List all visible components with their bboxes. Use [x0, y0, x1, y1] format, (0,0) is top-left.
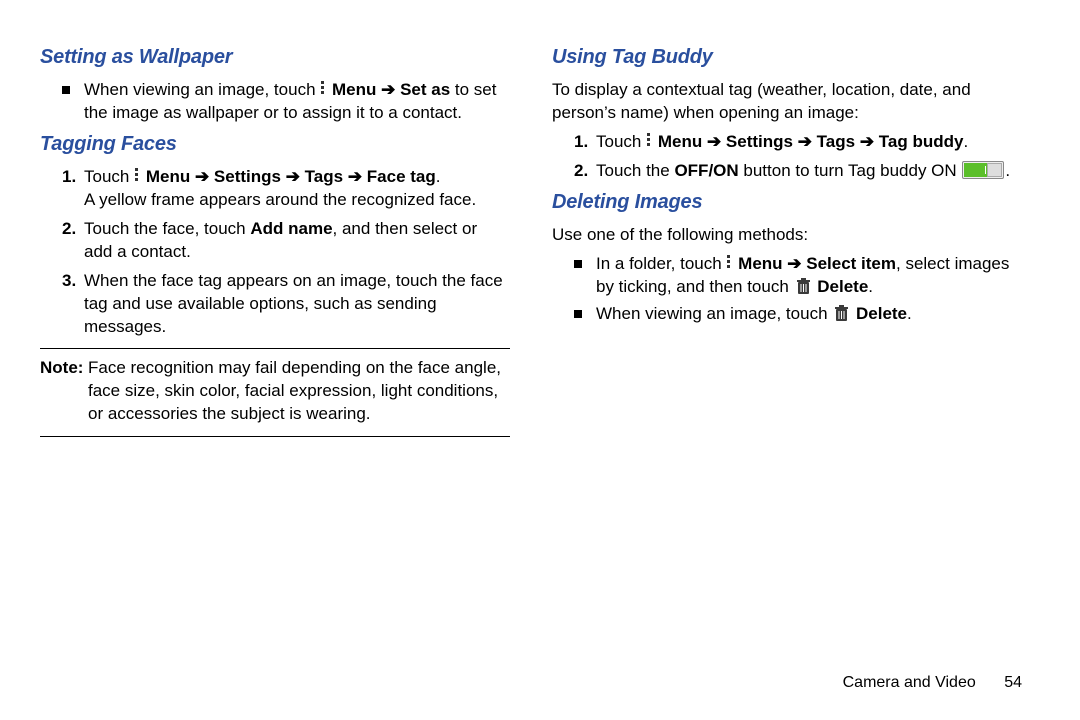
note-text: Face recognition may fail depending on t…	[88, 357, 510, 426]
step-number: 2.	[62, 218, 84, 264]
menu-icon	[321, 81, 325, 96]
step-text: Touch the OFF/ON button to turn Tag budd…	[596, 160, 1022, 183]
text: Touch the face, touch	[84, 219, 250, 238]
toggle-on-icon	[962, 161, 1004, 179]
offon-label: OFF/ON	[674, 161, 738, 180]
page-footer: Camera and Video 54	[843, 672, 1022, 694]
addname-label: Add name	[250, 219, 332, 238]
note: Note: Face recognition may fail dependin…	[40, 357, 510, 426]
step-number: 1.	[574, 131, 596, 154]
left-column: Setting as Wallpaper When viewing an ima…	[40, 38, 510, 445]
text: When viewing an image, touch	[596, 304, 832, 323]
tags-label: Tags	[817, 132, 860, 151]
separator	[40, 436, 510, 437]
step-2: 2. Touch the OFF/ON button to turn Tag b…	[574, 160, 1022, 183]
text: .	[1005, 161, 1010, 180]
text: .	[868, 277, 873, 296]
step-3: 3. When the face tag appears on an image…	[62, 270, 510, 339]
step-1: 1. Touch Menu ➔ Settings ➔ Tags ➔ Tag bu…	[574, 131, 1022, 154]
text: Touch	[596, 132, 646, 151]
text: .	[436, 167, 441, 186]
menu-label: Menu	[738, 254, 787, 273]
delete-bullet-2: When viewing an image, touch Delete.	[574, 303, 1022, 326]
arrow-icon: ➔	[787, 254, 806, 273]
tagbuddy-label: Tag buddy	[879, 132, 964, 151]
square-bullet-icon	[62, 86, 70, 94]
bullet-text: When viewing an image, touch Delete.	[596, 303, 1022, 326]
tags-label: Tags	[305, 167, 348, 186]
step-2: 2. Touch the face, touch Add name, and t…	[62, 218, 510, 264]
menu-label: Menu	[146, 167, 195, 186]
setas-label: Set as	[400, 80, 455, 99]
menu-label: Menu	[658, 132, 707, 151]
separator	[40, 348, 510, 349]
step-number: 2.	[574, 160, 596, 183]
heading-tag-buddy: Using Tag Buddy	[552, 44, 1022, 71]
text: button to turn Tag buddy ON	[739, 161, 962, 180]
footer-section: Camera and Video	[843, 674, 976, 691]
arrow-icon: ➔	[381, 80, 400, 99]
delete-label: Delete	[817, 277, 868, 296]
settings-label: Settings	[726, 132, 798, 151]
text: In a folder, touch	[596, 254, 726, 273]
step-text: Touch Menu ➔ Settings ➔ Tags ➔ Tag buddy…	[596, 131, 1022, 154]
menu-icon	[647, 133, 651, 148]
text: .	[907, 304, 912, 323]
settings-label: Settings	[214, 167, 286, 186]
text: A yellow frame appears around the recogn…	[84, 190, 476, 209]
right-column: Using Tag Buddy To display a contextual …	[552, 38, 1022, 445]
menu-icon	[727, 255, 731, 270]
square-bullet-icon	[574, 260, 582, 268]
heading-deleting-images: Deleting Images	[552, 189, 1022, 216]
text: Touch	[84, 167, 134, 186]
footer-page-number: 54	[1004, 674, 1022, 691]
step-number: 1.	[62, 166, 84, 212]
tagging-steps: 1. Touch Menu ➔ Settings ➔ Tags ➔ Face t…	[62, 166, 510, 339]
step-text: Touch the face, touch Add name, and then…	[84, 218, 510, 264]
arrow-icon: ➔	[798, 132, 817, 151]
arrow-icon: ➔	[860, 132, 879, 151]
selectitem-label: Select item	[806, 254, 896, 273]
arrow-icon: ➔	[195, 167, 214, 186]
text: Touch the	[596, 161, 674, 180]
delete-label: Delete	[856, 304, 907, 323]
step-text: When the face tag appears on an image, t…	[84, 270, 510, 339]
delete-bullet-1: In a folder, touch Menu ➔ Select item, s…	[574, 253, 1022, 299]
heading-tagging-faces: Tagging Faces	[40, 131, 510, 158]
arrow-icon: ➔	[348, 167, 367, 186]
arrow-icon: ➔	[707, 132, 726, 151]
menu-icon	[135, 168, 139, 183]
facetag-label: Face tag	[367, 167, 436, 186]
menu-label: Menu	[332, 80, 381, 99]
step-number: 3.	[62, 270, 84, 339]
step-1: 1. Touch Menu ➔ Settings ➔ Tags ➔ Face t…	[62, 166, 510, 212]
note-label: Note:	[40, 357, 88, 426]
step-text: Touch Menu ➔ Settings ➔ Tags ➔ Face tag.…	[84, 166, 510, 212]
wallpaper-bullet: When viewing an image, touch Menu ➔ Set …	[62, 79, 510, 125]
wallpaper-bullet-text: When viewing an image, touch Menu ➔ Set …	[84, 79, 510, 125]
trash-icon	[796, 278, 811, 295]
text: When viewing an image, touch	[84, 80, 320, 99]
tagbuddy-steps: 1. Touch Menu ➔ Settings ➔ Tags ➔ Tag bu…	[574, 131, 1022, 183]
text: .	[963, 132, 968, 151]
square-bullet-icon	[574, 310, 582, 318]
trash-icon	[834, 305, 849, 322]
bullet-text: In a folder, touch Menu ➔ Select item, s…	[596, 253, 1022, 299]
heading-wallpaper: Setting as Wallpaper	[40, 44, 510, 71]
arrow-icon: ➔	[286, 167, 305, 186]
tagbuddy-intro: To display a contextual tag (weather, lo…	[552, 79, 1022, 125]
delete-intro: Use one of the following methods:	[552, 224, 1022, 247]
